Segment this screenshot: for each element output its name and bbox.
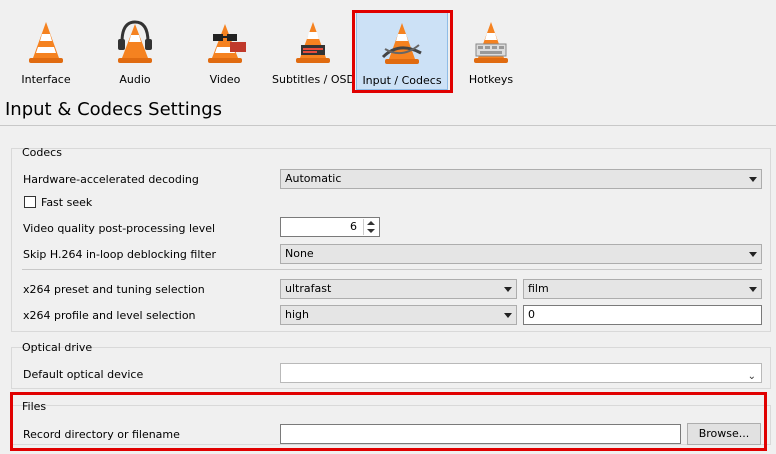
optical-group-title: Optical drive: [22, 341, 93, 354]
optical-device-label: Default optical device: [23, 368, 144, 381]
cone-headphones-icon: [118, 20, 152, 63]
x264-profile-select[interactable]: high: [280, 305, 517, 325]
dropdown-arrow-icon: [504, 287, 512, 292]
tab-input-codecs[interactable]: Input / Codecs: [356, 12, 448, 90]
cone-hotkeys-icon: [474, 22, 508, 63]
postproc-value: 6: [350, 220, 357, 233]
x264-tune-value: film: [528, 282, 549, 295]
tab-interface[interactable]: Interface: [7, 12, 85, 90]
record-path-input[interactable]: [280, 424, 681, 444]
tab-label: Input / Codecs: [362, 74, 442, 87]
x264-profile-value: high: [285, 308, 309, 321]
cone-subtitles-icon: [296, 22, 330, 63]
fast-seek-label: Fast seek: [41, 196, 93, 209]
skip-h264-label: Skip H.264 in-loop deblocking filter: [23, 248, 216, 261]
spin-buttons[interactable]: [363, 219, 378, 235]
files-group-title: Files: [22, 400, 47, 413]
tab-label: Subtitles / OSD: [272, 73, 355, 86]
tab-label: Video: [209, 73, 241, 86]
chevron-down-icon: ⌄: [747, 371, 756, 382]
x264-level-input[interactable]: 0: [523, 305, 762, 325]
tab-label: Hotkeys: [468, 73, 514, 86]
tab-subtitles-osd[interactable]: Subtitles / OSD: [272, 12, 355, 90]
title-divider: [0, 125, 776, 126]
tab-label: Interface: [21, 73, 71, 86]
dropdown-arrow-icon: [749, 252, 757, 257]
dropdown-arrow-icon: [504, 313, 512, 318]
skip-h264-select[interactable]: None: [280, 244, 762, 264]
tab-hotkeys[interactable]: Hotkeys: [455, 12, 527, 90]
spin-down-icon[interactable]: [367, 229, 375, 233]
tab-audio[interactable]: Audio: [95, 12, 175, 90]
page-title: Input & Codecs Settings: [5, 99, 222, 120]
fast-seek-checkbox[interactable]: [24, 196, 36, 208]
x264-profile-label: x264 profile and level selection: [23, 309, 196, 322]
hw-decoding-label: Hardware-accelerated decoding: [23, 173, 199, 186]
optical-device-combo[interactable]: ⌄: [280, 363, 762, 383]
hw-decoding-value: Automatic: [285, 172, 342, 185]
postproc-label: Video quality post-processing level: [23, 222, 216, 235]
cone-glasses-icon: [208, 24, 246, 63]
skip-h264-value: None: [285, 247, 314, 260]
codecs-group-title: Codecs: [22, 146, 62, 159]
x264-preset-select[interactable]: ultrafast: [280, 279, 517, 299]
cone-codecs-icon: [381, 23, 422, 64]
spin-up-icon[interactable]: [367, 221, 375, 225]
hw-decoding-select[interactable]: Automatic: [280, 169, 762, 189]
category-toolbar: Interface Audio Video Subtitles / OSD In…: [0, 0, 776, 94]
codecs-divider: [22, 269, 762, 270]
tab-label: Audio: [119, 73, 151, 86]
x264-preset-value: ultrafast: [285, 282, 332, 295]
x264-preset-label: x264 preset and tuning selection: [23, 283, 205, 296]
tab-video[interactable]: Video: [185, 12, 265, 90]
record-label: Record directory or filename: [23, 428, 180, 441]
browse-button[interactable]: Browse...: [687, 423, 761, 445]
cone-interface-icon: [29, 22, 63, 63]
dropdown-arrow-icon: [749, 287, 757, 292]
dropdown-arrow-icon: [749, 177, 757, 182]
x264-tune-select[interactable]: film: [523, 279, 762, 299]
postproc-spinbox[interactable]: 6: [280, 217, 380, 237]
